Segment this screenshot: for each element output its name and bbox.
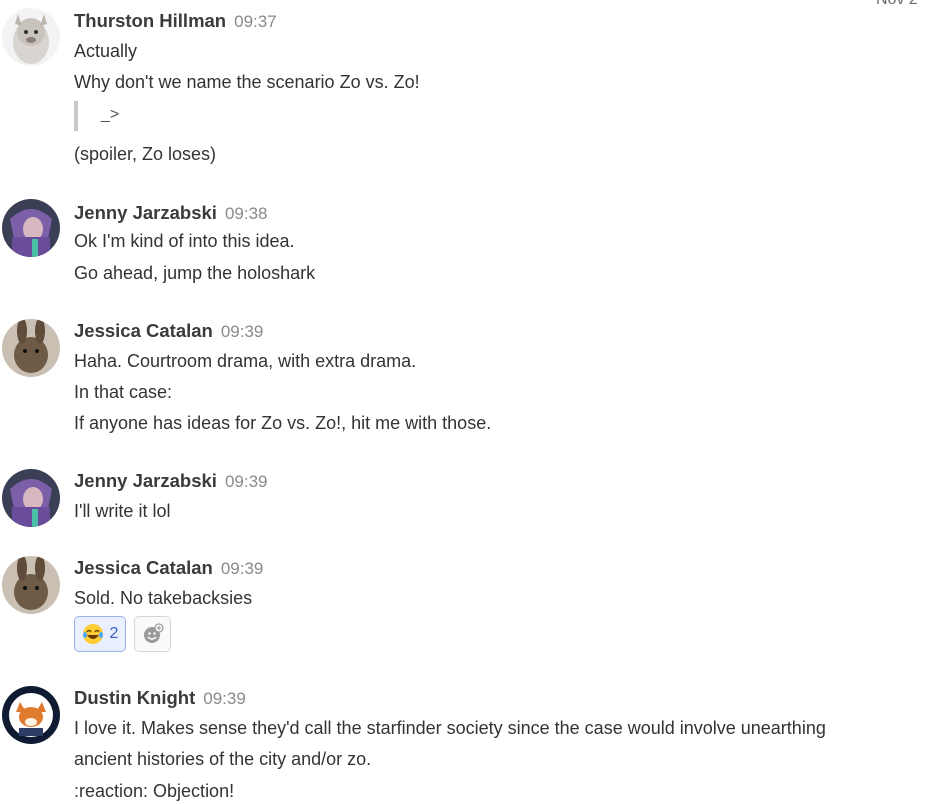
author-name[interactable]: Jenny Jarzabski [74,202,217,223]
message-text: Haha. Courtroom drama, with extra drama. [74,351,417,371]
add-reaction-button[interactable] [134,616,171,652]
message-text: Actually [74,41,138,61]
message-text: I'll write it lol [74,501,171,521]
message-header: Jenny Jarzabski 09:38 [74,202,268,224]
blockquote-bar [74,101,78,131]
message-text: ancient histories of the city and/or zo. [74,749,372,769]
purple-hair-avatar-icon [2,469,60,527]
message-text: Ok I'm kind of into this idea. [74,231,295,251]
author-name[interactable]: Thurston Hillman [74,10,226,31]
avatar[interactable] [2,469,60,527]
message-text: :reaction: Objection! [74,781,235,801]
message-text: In that case: [74,382,173,402]
alpaca-avatar-icon [2,8,60,66]
avatar[interactable] [2,199,60,257]
timestamp[interactable]: 09:39 [203,689,246,708]
reaction-count: 2 [109,625,119,642]
message-text: (spoiler, Zo loses) [74,144,217,164]
message-text: Why don't we name the scenario Zo vs. Zo… [74,72,420,92]
reaction-chip[interactable]: 2 [74,616,126,652]
author-name[interactable]: Dustin Knight [74,687,195,708]
date-divider: Nov 2 [876,0,918,9]
message-text: I love it. Makes sense they'd call the s… [74,718,826,738]
message-text: If anyone has ideas for Zo vs. Zo!, hit … [74,413,492,433]
message-header: Dustin Knight 09:39 [74,687,246,709]
message-header: Thurston Hillman 09:37 [74,10,277,32]
add-emoji-icon [143,623,164,643]
laughing-tears-emoji-icon [82,624,103,644]
message-header: Jenny Jarzabski 09:39 [74,470,268,492]
timestamp[interactable]: 09:39 [221,322,264,341]
timestamp[interactable]: 09:38 [225,204,268,223]
author-name[interactable]: Jessica Catalan [74,557,213,578]
purple-hair-avatar-icon [2,199,60,257]
fox-avatar-icon [2,686,60,744]
avatar[interactable] [2,556,60,614]
avatar[interactable] [2,319,60,377]
rabbit-avatar-icon [2,556,60,614]
rabbit-avatar-icon [2,319,60,377]
author-name[interactable]: Jenny Jarzabski [74,470,217,491]
message-text: Sold. No takebacksies [74,588,253,608]
message-text: Go ahead, jump the holoshark [74,263,316,283]
message-header: Jessica Catalan 09:39 [74,557,263,579]
timestamp[interactable]: 09:37 [234,12,277,31]
avatar[interactable] [2,686,60,744]
author-name[interactable]: Jessica Catalan [74,320,213,341]
blockquote-text: _> [101,106,120,123]
message-header: Jessica Catalan 09:39 [74,320,263,342]
avatar[interactable] [2,8,60,66]
timestamp[interactable]: 09:39 [225,472,268,491]
timestamp[interactable]: 09:39 [221,559,264,578]
